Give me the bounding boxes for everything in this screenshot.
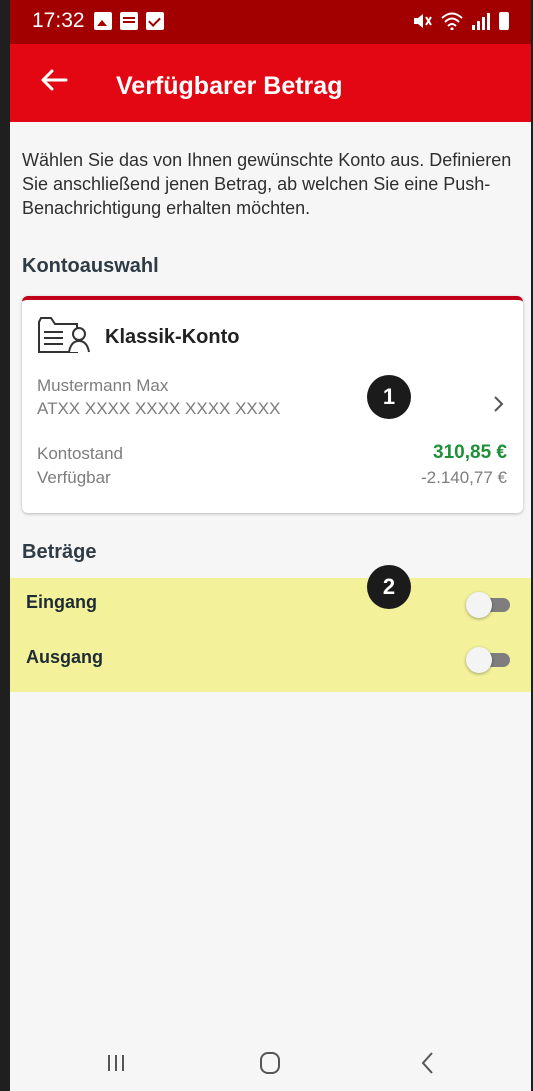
message-icon bbox=[120, 12, 138, 30]
switch-knob bbox=[466, 592, 492, 618]
chevron-right-icon[interactable] bbox=[492, 394, 506, 414]
toggle-label-incoming: Eingang bbox=[26, 592, 97, 612]
account-iban: ATXX XXXX XXXX XXXX XXXX bbox=[37, 399, 281, 418]
status-icons-left bbox=[94, 12, 164, 30]
page-title: Verfügbarer Betrag bbox=[116, 72, 343, 100]
available-label: Verfügbar bbox=[37, 468, 111, 487]
status-icons-right bbox=[412, 12, 509, 30]
incoming-toggle-switch[interactable] bbox=[466, 592, 510, 618]
image-icon bbox=[94, 12, 112, 30]
switch-knob bbox=[466, 647, 492, 673]
account-owner: Mustermann Max bbox=[37, 376, 169, 395]
home-icon[interactable] bbox=[250, 1047, 290, 1079]
toggle-row-outgoing: Ausgang bbox=[10, 637, 531, 683]
status-bar: 17:32 bbox=[10, 0, 531, 44]
status-time: 17:32 bbox=[32, 9, 85, 32]
app-bar: Verfügbarer Betrag bbox=[10, 44, 531, 122]
callout-badge-2: 2 bbox=[367, 565, 411, 609]
section-title-accounts: Kontoauswahl bbox=[22, 255, 159, 277]
wifi-icon bbox=[441, 12, 463, 30]
balance-label: Kontostand bbox=[37, 444, 124, 463]
callout-badge-1: 1 bbox=[367, 375, 411, 419]
available-value: -2.140,77 € bbox=[420, 468, 507, 487]
balance-value: 310,85 € bbox=[433, 442, 507, 463]
account-card[interactable]: Klassik-Konto Mustermann Max ATXX XXXX X… bbox=[22, 296, 523, 513]
signal-icon bbox=[472, 12, 490, 30]
back-icon[interactable] bbox=[408, 1047, 448, 1079]
toggle-label-outgoing: Ausgang bbox=[26, 647, 104, 667]
system-nav-bar bbox=[10, 1035, 531, 1091]
account-name: Klassik-Konto bbox=[105, 326, 240, 348]
recent-apps-icon[interactable] bbox=[96, 1047, 136, 1079]
battery-icon bbox=[499, 12, 509, 30]
mute-icon bbox=[414, 14, 432, 28]
toggle-row-incoming: Eingang bbox=[10, 582, 531, 628]
back-arrow-icon[interactable] bbox=[36, 62, 72, 98]
account-icon bbox=[38, 317, 90, 353]
amounts-highlight-area: Eingang Ausgang bbox=[10, 578, 531, 692]
intro-text: Wählen Sie das von Ihnen gewünschte Kont… bbox=[22, 150, 512, 218]
outgoing-toggle-switch[interactable] bbox=[466, 647, 510, 673]
checkbox-icon bbox=[146, 12, 164, 30]
section-title-amounts: Beträge bbox=[22, 541, 97, 563]
phone-screen: 17:32 Verfügbarer Betrag Wählen Sie das … bbox=[10, 0, 531, 1091]
